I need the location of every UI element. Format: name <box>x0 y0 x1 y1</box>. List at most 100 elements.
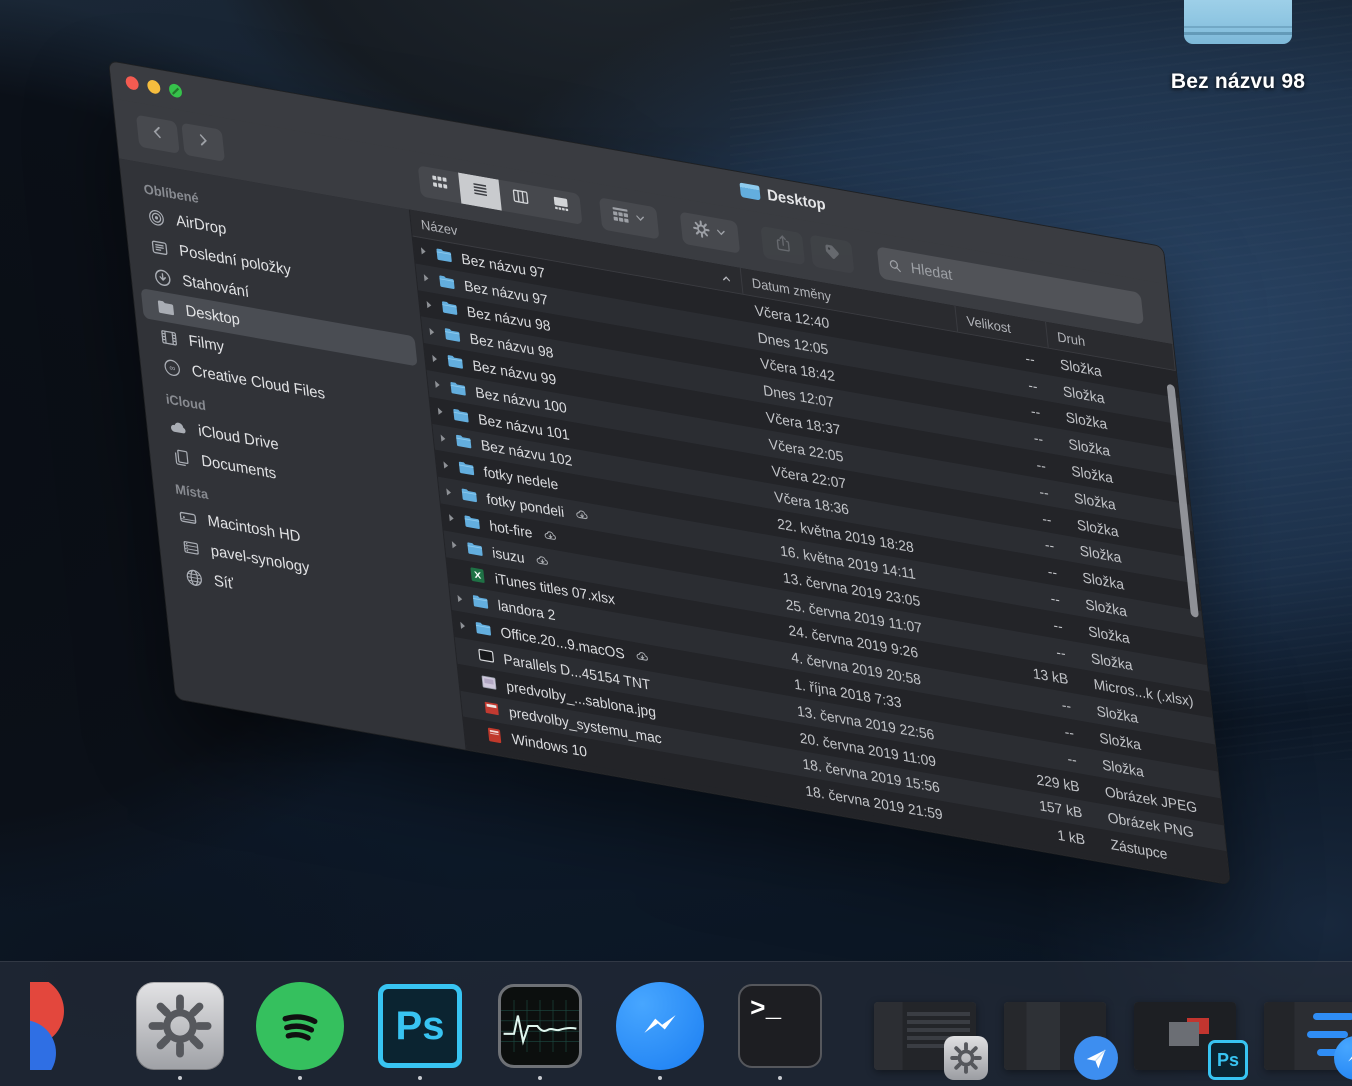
dock-app-system-preferences[interactable] <box>134 980 226 1080</box>
sidebar-item-label: AirDrop <box>175 212 227 238</box>
desktop-folder-label: Bez názvu 98 <box>1140 70 1336 94</box>
folder-icon <box>450 404 473 426</box>
gallery-view-button[interactable] <box>539 187 583 225</box>
sort-ascending-icon <box>719 270 734 287</box>
desktop-folder-bez-nazvu-98[interactable]: Bez názvu 98 <box>1140 0 1336 94</box>
image-light-icon <box>478 671 501 693</box>
sidebar-item-label: Síť <box>213 572 234 593</box>
system-preferences-icon <box>134 980 226 1072</box>
dock: Ps >_ Ps <box>0 961 1352 1086</box>
zoom-button[interactable] <box>168 83 182 99</box>
disclosure-triangle-icon[interactable] <box>441 510 462 528</box>
folder-icon <box>461 511 484 533</box>
no-indicator <box>58 1076 62 1080</box>
running-indicator <box>658 1076 662 1080</box>
folder-icon <box>458 484 481 506</box>
messenger-badge <box>1334 1036 1352 1080</box>
dock-app-terminal[interactable]: >_ <box>734 980 826 1080</box>
disclosure-triangle-icon[interactable] <box>436 456 457 474</box>
close-button[interactable] <box>125 75 139 91</box>
minimized-messenger-window[interactable] <box>1264 1002 1352 1080</box>
image-red-icon <box>480 698 503 720</box>
hdd-icon <box>177 505 199 529</box>
dock-app-partial-app[interactable] <box>14 980 106 1080</box>
disclosure-triangle-icon[interactable] <box>430 403 451 421</box>
search-icon <box>886 256 903 275</box>
disclosure-triangle-icon[interactable] <box>433 430 454 448</box>
group-button[interactable] <box>599 197 659 239</box>
activity-monitor-icon <box>494 980 586 1072</box>
cloud-download-icon <box>571 505 592 525</box>
svg-text:∞: ∞ <box>169 362 176 373</box>
excel-icon <box>466 564 489 586</box>
disclosure-triangle-icon[interactable] <box>453 616 474 634</box>
column-header-label: Název <box>420 217 458 239</box>
window-thumbnail <box>1264 1002 1352 1070</box>
disclosure-triangle-icon[interactable] <box>419 296 440 314</box>
photoshop-badge: Ps <box>1208 1040 1248 1080</box>
window-thumbnail <box>874 1002 976 1070</box>
column-header-label: Druh <box>1056 329 1085 349</box>
running-indicator <box>538 1076 542 1080</box>
running-indicator <box>298 1076 302 1080</box>
minimized-photoshop-window[interactable]: Ps <box>1134 1002 1236 1080</box>
column-header-label: Velikost <box>966 313 1012 336</box>
share-button[interactable] <box>760 226 805 265</box>
share-icon <box>772 231 793 259</box>
folder-icon <box>433 244 456 266</box>
window-thumbnail: Ps <box>1134 1002 1236 1070</box>
forward-button[interactable] <box>181 123 225 162</box>
folder-icon <box>1184 0 1292 44</box>
folder-icon <box>441 324 464 346</box>
icon-view-button[interactable] <box>418 165 462 203</box>
disclosure-triangle-icon[interactable] <box>416 269 437 287</box>
sidebar-item-label: Desktop <box>185 302 241 329</box>
list-view-icon <box>470 178 490 205</box>
nas-icon <box>180 535 202 559</box>
disclosure-triangle-icon[interactable] <box>425 349 446 367</box>
messenger-bolt-icon <box>1334 1036 1352 1080</box>
dock-app-photoshop[interactable]: Ps <box>374 980 466 1080</box>
file-name: hot-fire <box>489 517 534 541</box>
back-button[interactable] <box>136 115 180 154</box>
running-indicator <box>778 1076 782 1080</box>
gear-icon <box>691 217 712 245</box>
minimized-mail-window[interactable] <box>1004 1002 1106 1080</box>
folder-icon <box>444 351 467 373</box>
action-button[interactable] <box>680 212 740 254</box>
dock-app-messenger[interactable] <box>614 980 706 1080</box>
spotify-icon <box>254 980 346 1072</box>
cloud-download-icon <box>632 647 653 667</box>
dock-app-activity-monitor[interactable] <box>494 980 586 1080</box>
minimize-button[interactable] <box>147 79 161 95</box>
folder-icon <box>469 591 492 613</box>
network-icon <box>183 565 205 589</box>
list-view-button[interactable] <box>458 173 502 211</box>
tag-button[interactable] <box>810 234 855 273</box>
dock-app-spotify[interactable] <box>254 980 346 1080</box>
column-view-button[interactable] <box>498 180 542 218</box>
disclosure-spacer <box>447 563 468 581</box>
column-view-icon <box>510 185 530 212</box>
disclosure-triangle-icon[interactable] <box>427 376 448 394</box>
disclosure-triangle-icon[interactable] <box>439 483 460 501</box>
disclosure-triangle-icon[interactable] <box>413 243 434 261</box>
window-thumbnail <box>1004 1002 1106 1070</box>
running-indicator <box>418 1076 422 1080</box>
folder-icon <box>472 618 495 640</box>
minimized-system-preferences-window[interactable] <box>874 1002 976 1080</box>
icloud-icon <box>168 415 190 439</box>
spark-badge <box>1074 1036 1118 1080</box>
disclosure-spacer <box>458 670 479 688</box>
movies-icon <box>158 325 180 349</box>
folder-icon <box>438 297 461 319</box>
disclosure-triangle-icon[interactable] <box>450 590 471 608</box>
chevron-down-icon <box>710 224 729 246</box>
folder-icon <box>740 183 761 201</box>
shortcut-red-icon <box>483 724 506 746</box>
folder-icon <box>464 538 487 560</box>
disclosure-triangle-icon[interactable] <box>422 323 443 341</box>
file-name: isuzu <box>491 544 525 566</box>
disclosure-triangle-icon[interactable] <box>444 536 465 554</box>
photoshop-badge-label: Ps <box>1208 1040 1248 1080</box>
